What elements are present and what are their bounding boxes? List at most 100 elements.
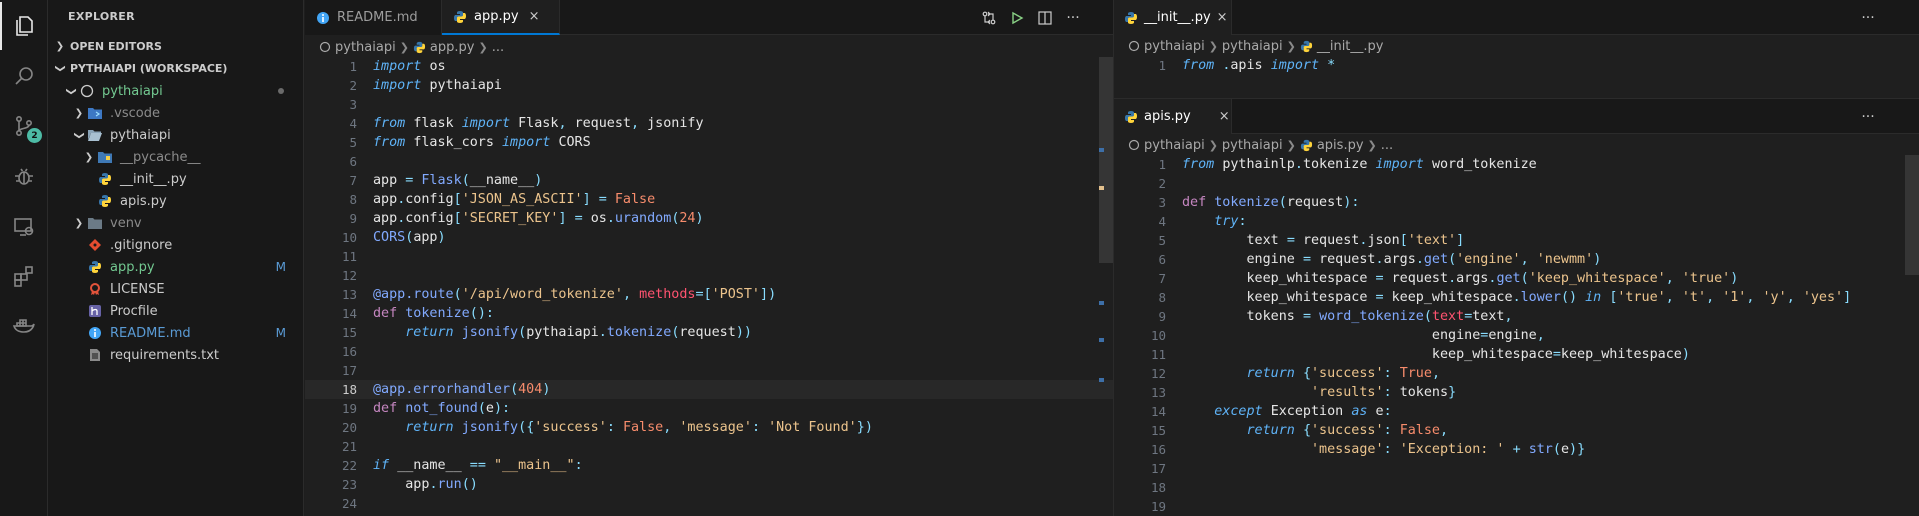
tree-item-app-py[interactable]: app.py M bbox=[48, 256, 304, 278]
code-line[interactable]: 16 bbox=[305, 342, 1113, 361]
code-line[interactable]: 5 text = request.json['text'] bbox=[1114, 231, 1919, 250]
code-line[interactable]: 11 keep_whitespace=keep_whitespace) bbox=[1114, 345, 1919, 364]
code-text: import os bbox=[373, 59, 446, 74]
scrollbar-thumb[interactable] bbox=[1905, 155, 1919, 275]
breadcrumb-item[interactable]: __init__.py bbox=[1317, 39, 1384, 54]
tree-item-pythaiapi-folder[interactable]: ❯ pythaiapi bbox=[48, 124, 304, 146]
code-line[interactable]: 14 except Exception as e: bbox=[1114, 402, 1919, 421]
code-line[interactable]: 13 'results': tokens} bbox=[1114, 383, 1919, 402]
code-text: return jsonify(pythaiapi.tokenize(reques… bbox=[405, 325, 752, 340]
tree-item-procfile[interactable]: Procfile bbox=[48, 300, 304, 322]
tree-item-vscode[interactable]: ❯ .vscode bbox=[48, 102, 304, 124]
more-actions-icon[interactable]: ··· bbox=[1059, 4, 1087, 32]
explorer-icon[interactable] bbox=[0, 2, 48, 50]
code-line[interactable]: 20 return jsonify({'success': False, 'me… bbox=[305, 418, 1113, 437]
code-line[interactable]: 12 return {'success': True, bbox=[1114, 364, 1919, 383]
more-actions-icon[interactable]: ··· bbox=[1854, 103, 1882, 131]
code-line[interactable]: 21 bbox=[305, 437, 1113, 456]
search-icon[interactable] bbox=[0, 52, 48, 100]
code-line[interactable]: 3 bbox=[305, 95, 1113, 114]
workspace-section[interactable]: ❯ PYTHAIAPI (WORKSPACE) bbox=[48, 57, 304, 79]
code-line[interactable]: 4 try: bbox=[1114, 212, 1919, 231]
tree-item-gitignore[interactable]: .gitignore bbox=[48, 234, 304, 256]
run-icon[interactable] bbox=[1003, 4, 1031, 32]
code-line[interactable]: 19 bbox=[1114, 497, 1919, 516]
code-line[interactable]: 10 CORS(app) bbox=[305, 228, 1113, 247]
code-line[interactable]: 9 tokens = word_tokenize(text=text, bbox=[1114, 307, 1919, 326]
code-line[interactable]: 1 from pythainlp.tokenize import word_tok… bbox=[1114, 155, 1919, 174]
tree-item-pycache[interactable]: ❯ __pycache__ bbox=[48, 146, 304, 168]
code-line[interactable]: 15 return {'success': False, bbox=[1114, 421, 1919, 440]
code-line[interactable]: 17 bbox=[305, 361, 1113, 380]
code-line[interactable]: 7 app = Flask(__name__) bbox=[305, 171, 1113, 190]
extensions-icon[interactable] bbox=[0, 252, 48, 300]
breadcrumb-item[interactable]: pythaiapi bbox=[1222, 138, 1283, 153]
open-editors-section[interactable]: ❯ OPEN EDITORS bbox=[48, 35, 304, 57]
code-line[interactable]: 2 bbox=[1114, 174, 1919, 193]
code-line[interactable]: 7 keep_whitespace = request.args.get('ke… bbox=[1114, 269, 1919, 288]
code-line[interactable]: 23 app.run() bbox=[305, 475, 1113, 494]
breadcrumb: pythaiapi ❯ pythaiapi ❯ __init__.py bbox=[1114, 35, 1919, 57]
remote-explorer-icon[interactable] bbox=[0, 202, 48, 250]
tab-app-py[interactable]: app.py × bbox=[442, 0, 560, 35]
tree-item-venv[interactable]: ❯ venv bbox=[48, 212, 304, 234]
code-line[interactable]: 16 'message': 'Exception: ' + str(e)} bbox=[1114, 440, 1919, 459]
code-line[interactable]: 8 app.config['JSON_AS_ASCII'] = False bbox=[305, 190, 1113, 209]
code-line[interactable]: 9 app.config['SECRET_KEY'] = os.urandom(2… bbox=[305, 209, 1113, 228]
code-line[interactable]: 14 def tokenize(): bbox=[305, 304, 1113, 323]
code-line[interactable]: 18 @app.errorhandler(404) bbox=[305, 380, 1113, 399]
compare-changes-icon[interactable] bbox=[975, 4, 1003, 32]
code-line[interactable]: 5 from flask_cors import CORS bbox=[305, 133, 1113, 152]
close-icon[interactable]: × bbox=[1217, 10, 1228, 25]
breadcrumb-item[interactable]: pythaiapi bbox=[1144, 138, 1205, 153]
code-text: def tokenize(request): bbox=[1182, 195, 1360, 210]
breadcrumb-item[interactable]: ... bbox=[1381, 138, 1393, 153]
run-debug-icon[interactable] bbox=[0, 152, 48, 200]
breadcrumb-item[interactable]: pythaiapi bbox=[1222, 39, 1283, 54]
breadcrumb-item[interactable]: ... bbox=[492, 40, 504, 55]
code-line[interactable]: 18 bbox=[1114, 478, 1919, 497]
code-line[interactable]: 22 if __name__ == "__main__": bbox=[305, 456, 1113, 475]
tab-readme[interactable]: README.md bbox=[305, 0, 442, 35]
close-icon[interactable]: × bbox=[529, 9, 540, 24]
code-line[interactable]: 17 bbox=[1114, 459, 1919, 478]
code-line[interactable]: 15 return jsonify(pythaiapi.tokenize(req… bbox=[305, 323, 1113, 342]
tab-init-py[interactable]: __init__.py × bbox=[1114, 0, 1232, 35]
tree-item-init-py[interactable]: __init__.py bbox=[48, 168, 304, 190]
code-line[interactable]: 24 bbox=[305, 494, 1113, 513]
tree-item-license[interactable]: LICENSE bbox=[48, 278, 304, 300]
code-line[interactable]: 11 bbox=[305, 247, 1113, 266]
breadcrumb-item[interactable]: app.py bbox=[430, 40, 475, 55]
code-line[interactable]: 6 engine = request.args.get('engine', 'n… bbox=[1114, 250, 1919, 269]
line-number: 13 bbox=[1150, 385, 1166, 400]
code-line[interactable]: 6 bbox=[305, 152, 1113, 171]
breadcrumb-item[interactable]: pythaiapi bbox=[335, 40, 396, 55]
tree-item-pythaiapi-root[interactable]: ❯ pythaiapi bbox=[48, 80, 304, 102]
split-editor-icon[interactable] bbox=[1031, 4, 1059, 32]
code-line[interactable]: 2 import pythaiapi bbox=[305, 76, 1113, 95]
code-line[interactable]: 13 @app.route('/api/word_tokenize', metho… bbox=[305, 285, 1113, 304]
docker-icon[interactable] bbox=[0, 302, 48, 350]
more-actions-icon[interactable]: ··· bbox=[1854, 4, 1882, 32]
code-line[interactable]: 19 def not_found(e): bbox=[305, 399, 1113, 418]
tab-apis-py[interactable]: apis.py × bbox=[1114, 99, 1232, 134]
code-editor-init-py[interactable]: 1 from .apis import * bbox=[1114, 56, 1919, 75]
code-line[interactable]: 12 bbox=[305, 266, 1113, 285]
source-control-icon[interactable]: 2 bbox=[0, 102, 48, 150]
breadcrumb-item[interactable]: apis.py bbox=[1317, 138, 1364, 153]
code-editor-apis-py[interactable]: 1 from pythainlp.tokenize import word_tok… bbox=[1114, 155, 1919, 516]
code-line[interactable]: 1 from .apis import * bbox=[1114, 56, 1919, 75]
scrollbar-thumb[interactable] bbox=[1099, 57, 1113, 263]
tree-item-readme[interactable]: README.md M bbox=[48, 322, 304, 344]
close-icon[interactable]: × bbox=[1219, 109, 1230, 124]
code-editor-app-py[interactable]: 1 import os 2 import pythaiapi 3 4 from flask … bbox=[305, 57, 1113, 513]
tree-item-apis-py[interactable]: apis.py bbox=[48, 190, 304, 212]
code-line[interactable]: 10 engine=engine, bbox=[1114, 326, 1919, 345]
code-line[interactable]: 4 from flask import Flask, request, jsoni… bbox=[305, 114, 1113, 133]
code-line[interactable]: 3 def tokenize(request): bbox=[1114, 193, 1919, 212]
code-line[interactable]: 8 keep_whitespace = keep_whitespace.lowe… bbox=[1114, 288, 1919, 307]
code-line[interactable]: 1 import os bbox=[305, 57, 1113, 76]
line-number: 9 bbox=[349, 211, 357, 226]
breadcrumb-item[interactable]: pythaiapi bbox=[1144, 39, 1205, 54]
tree-item-requirements[interactable]: requirements.txt bbox=[48, 344, 304, 366]
